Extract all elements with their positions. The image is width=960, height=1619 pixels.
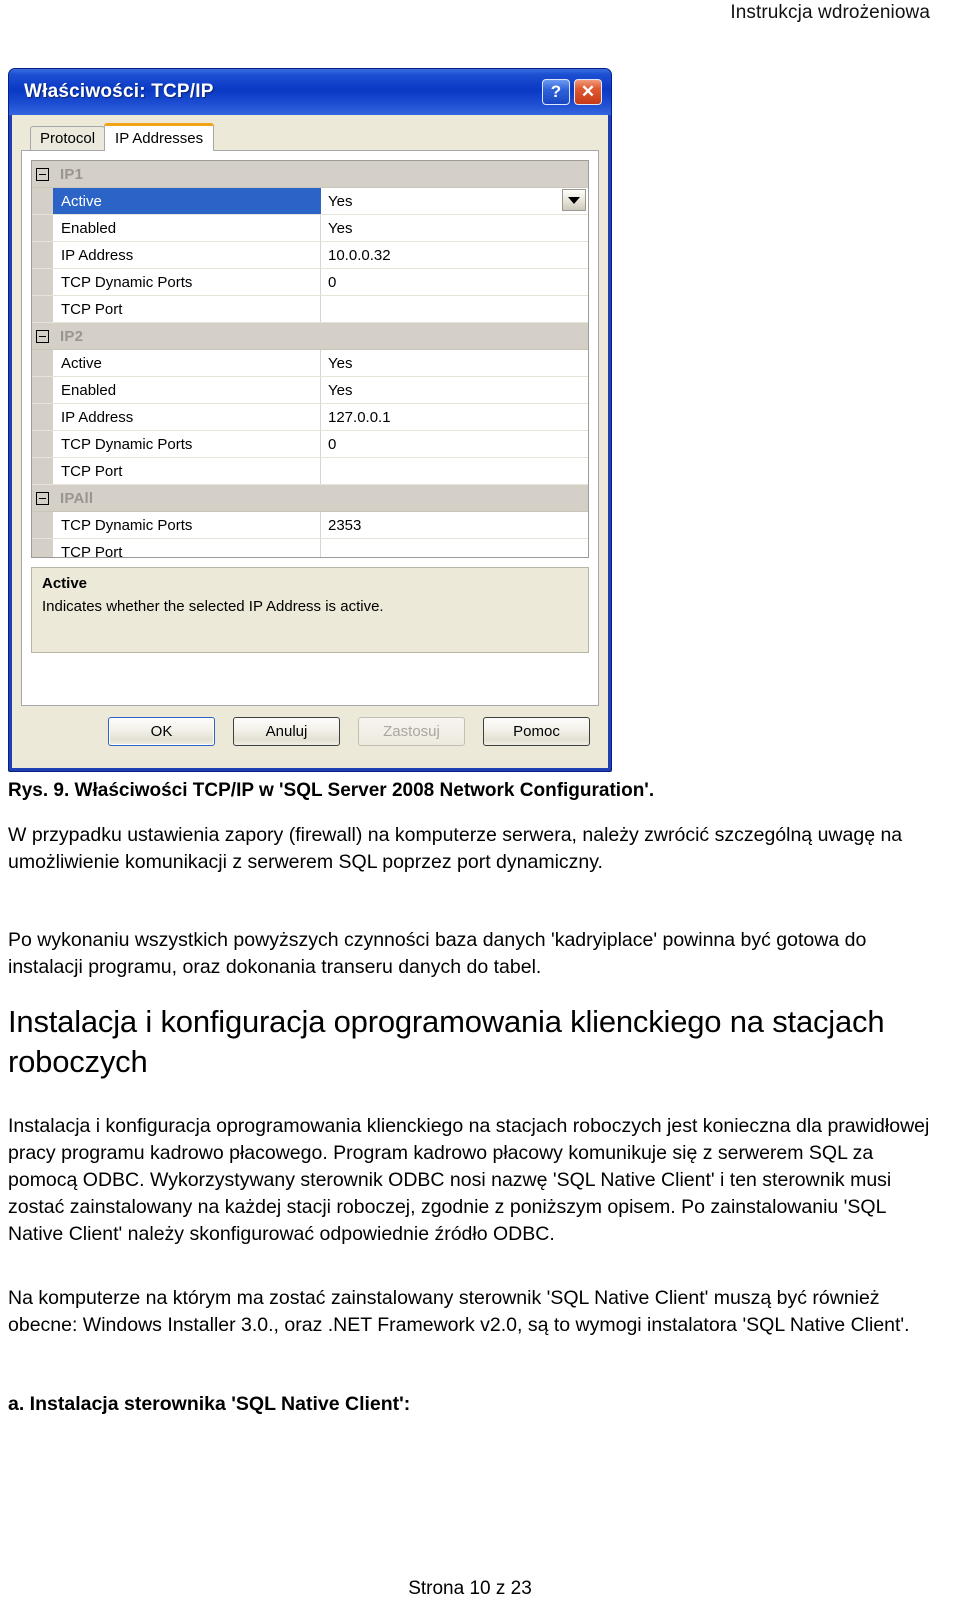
dialog-body: Protocol IP Addresses IP1 Active Yes Ena…: [12, 115, 608, 768]
property-label: TCP Port: [53, 296, 321, 322]
paragraph-database-ready: Po wykonaniu wszystkich powyższych czynn…: [8, 929, 867, 978]
property-value[interactable]: Yes: [321, 215, 588, 241]
property-label: IP Address: [53, 404, 321, 430]
row-gutter: [32, 539, 53, 557]
property-value[interactable]: 10.0.0.32: [321, 242, 588, 268]
tab-page-ip-addresses: IP1 Active Yes Enabled Yes IP Address 10…: [21, 150, 599, 706]
table-row[interactable]: IP Address 127.0.0.1: [32, 404, 588, 431]
row-gutter: [32, 404, 53, 430]
table-row[interactable]: TCP Port: [32, 296, 588, 323]
table-row[interactable]: TCP Port: [32, 458, 588, 485]
table-row[interactable]: Active Yes: [32, 350, 588, 377]
row-gutter: [32, 512, 53, 538]
property-value[interactable]: Yes: [321, 188, 588, 214]
property-label: Enabled: [53, 377, 321, 403]
dialog-button-row: OK Anuluj Zastosuj Pomoc: [21, 717, 599, 746]
property-value[interactable]: 127.0.0.1: [321, 404, 588, 430]
description-title: Active: [42, 575, 88, 592]
row-gutter: [32, 188, 53, 214]
page-footer: Strona 10 z 23: [408, 1578, 532, 1599]
help-button[interactable]: Pomoc: [483, 717, 590, 746]
cancel-button[interactable]: Anuluj: [233, 717, 340, 746]
row-gutter: [32, 269, 53, 295]
row-gutter: [32, 431, 53, 457]
group-header-ip1[interactable]: IP1: [32, 161, 588, 188]
figure-caption: Rys. 9. Właściwości TCP/IP w 'SQL Server…: [8, 780, 655, 801]
dialog-title: Właściwości: TCP/IP: [24, 81, 214, 102]
property-label: TCP Dynamic Ports: [53, 431, 321, 457]
grid-rows: IP1 Active Yes Enabled Yes IP Address 10…: [32, 161, 588, 557]
row-gutter: [32, 242, 53, 268]
table-row[interactable]: TCP Dynamic Ports 2353: [32, 512, 588, 539]
property-value-text: Yes: [328, 192, 353, 210]
table-row[interactable]: Active Yes: [32, 188, 588, 215]
property-value[interactable]: 0: [321, 269, 588, 295]
table-row[interactable]: Enabled Yes: [32, 377, 588, 404]
tabstrip: Protocol IP Addresses: [21, 123, 599, 151]
property-label: TCP Port: [53, 458, 321, 484]
chevron-down-icon[interactable]: [562, 189, 586, 211]
property-value[interactable]: [321, 539, 588, 557]
property-description-pane: Active Indicates whether the selected IP…: [31, 567, 589, 653]
section-heading: Instalacja i konfiguracja oprogramowania…: [8, 1004, 885, 1079]
group-header-ip2[interactable]: IP2: [32, 323, 588, 350]
tcpip-properties-dialog: Właściwości: TCP/IP ? ✕ Protocol IP Addr…: [8, 68, 612, 772]
property-label: Enabled: [53, 215, 321, 241]
tab-ip-addresses[interactable]: IP Addresses: [104, 123, 215, 151]
apply-button: Zastosuj: [358, 717, 465, 746]
ok-button[interactable]: OK: [108, 717, 215, 746]
help-icon[interactable]: ?: [542, 79, 570, 105]
property-label: Active: [53, 188, 321, 214]
row-gutter: [32, 215, 53, 241]
row-gutter: [32, 377, 53, 403]
property-label: Active: [53, 350, 321, 376]
property-label: TCP Port: [53, 539, 321, 557]
property-label: IP Address: [53, 242, 321, 268]
row-gutter: [32, 350, 53, 376]
collapse-icon[interactable]: [32, 167, 52, 181]
paragraph-requirements: Na komputerze na którym ma zostać zainst…: [8, 1287, 910, 1336]
description-text: Indicates whether the selected IP Addres…: [42, 598, 384, 615]
ip-address-property-grid[interactable]: IP1 Active Yes Enabled Yes IP Address 10…: [31, 160, 589, 558]
property-label: TCP Dynamic Ports: [53, 512, 321, 538]
row-gutter: [32, 296, 53, 322]
tab-protocol[interactable]: Protocol: [30, 126, 106, 150]
table-row[interactable]: TCP Dynamic Ports 0: [32, 431, 588, 458]
collapse-icon[interactable]: [32, 491, 52, 505]
group-title: IPAll: [60, 489, 94, 507]
property-value[interactable]: [321, 296, 588, 322]
row-gutter: [32, 458, 53, 484]
table-row[interactable]: IP Address 10.0.0.32: [32, 242, 588, 269]
property-value[interactable]: 2353: [321, 512, 588, 538]
dialog-titlebar: Właściwości: TCP/IP ? ✕: [12, 69, 608, 115]
property-value[interactable]: Yes: [321, 350, 588, 376]
close-icon[interactable]: ✕: [574, 79, 602, 105]
property-value[interactable]: [321, 458, 588, 484]
page-running-head: Instrukcja wdrożeniowa: [730, 2, 930, 23]
table-row[interactable]: TCP Dynamic Ports 0: [32, 269, 588, 296]
group-title: IP2: [60, 327, 84, 345]
collapse-icon[interactable]: [32, 329, 52, 343]
paragraph-client-software: Instalacja i konfiguracja oprogramowania…: [8, 1115, 930, 1245]
group-title: IP1: [60, 165, 84, 183]
property-value[interactable]: 0: [321, 431, 588, 457]
property-value[interactable]: Yes: [321, 377, 588, 403]
group-header-ipall[interactable]: IPAll: [32, 485, 588, 512]
property-label: TCP Dynamic Ports: [53, 269, 321, 295]
subsection-heading-a: a. Instalacja sterownika 'SQL Native Cli…: [8, 1393, 411, 1415]
paragraph-firewall: W przypadku ustawienia zapory (firewall)…: [8, 824, 903, 873]
table-row[interactable]: Enabled Yes: [32, 215, 588, 242]
table-row[interactable]: TCP Port: [32, 539, 588, 557]
